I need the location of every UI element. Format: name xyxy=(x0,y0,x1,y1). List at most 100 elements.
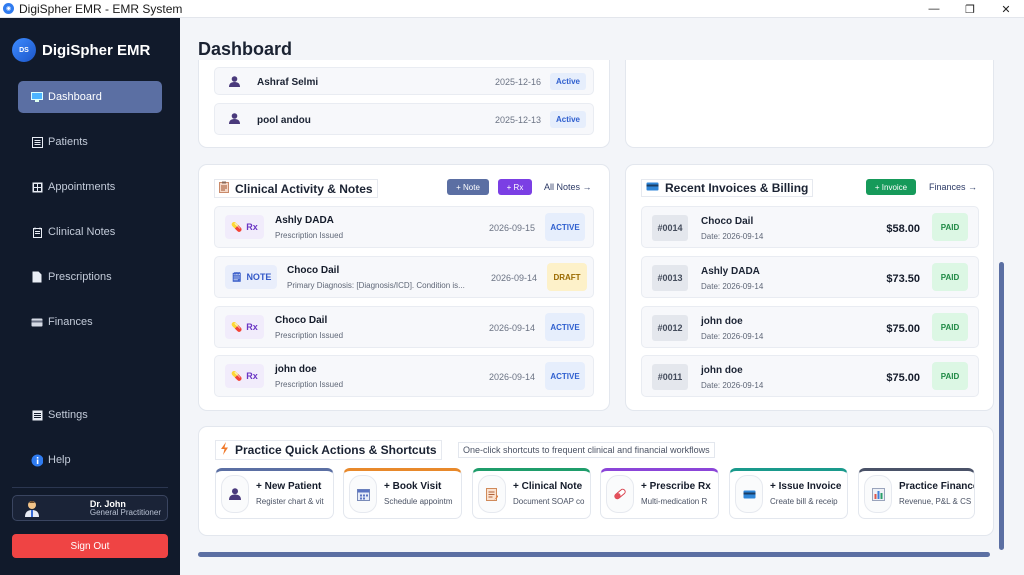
monitor-icon xyxy=(31,92,43,103)
section-title: Clinical Activity & Notes xyxy=(214,179,378,198)
activity-row[interactable]: 💊 Rx Ashly DADA Prescription Issued 2026-… xyxy=(214,206,594,248)
clipboard-icon xyxy=(219,181,229,196)
memo-icon xyxy=(478,475,506,513)
brand-name: DigiSpher EMR xyxy=(42,41,151,59)
invoice-amount: $58.00 xyxy=(886,223,920,235)
document-icon xyxy=(31,271,43,283)
rx-tag: 💊 Rx xyxy=(225,364,264,388)
sidebar-item-label: Finances xyxy=(48,316,93,328)
invoice-row[interactable]: #0012 john doe Date: 2026-09-14 $75.00 P… xyxy=(641,306,979,348)
activity-date: 2026-09-14 xyxy=(489,372,536,382)
minimize-button[interactable]: — xyxy=(916,0,952,18)
section-title: Recent Invoices & Billing xyxy=(641,179,814,197)
user-role: General Practitioner xyxy=(89,507,161,517)
sidebar-item-settings[interactable]: Settings xyxy=(18,399,162,431)
quick-action-desc: Register chart & vit xyxy=(256,497,324,506)
sidebar: DS DigiSpher EMR Dashboard Patients Appo… xyxy=(0,18,180,575)
sidebar-item-clinical-notes[interactable]: Clinical Notes xyxy=(18,216,162,248)
finances-link[interactable]: Finances → xyxy=(929,182,977,192)
add-note-button[interactable]: + Note xyxy=(447,179,489,195)
sidebar-item-label: Help xyxy=(48,454,71,466)
rx-tag: 💊 Rx xyxy=(225,315,264,339)
invoice-row[interactable]: #0011 john doe Date: 2026-09-14 $75.00 P… xyxy=(641,355,979,397)
status-badge: PAID xyxy=(932,313,968,341)
invoice-number: #0011 xyxy=(652,364,688,390)
activity-row[interactable]: 🗒 NOTE Choco Dail Primary Diagnosis: [Dia… xyxy=(214,256,594,298)
window-controls: — ❐ ✕ xyxy=(916,0,1024,18)
quick-action-prescribe-rx[interactable]: + Prescribe Rx Multi-medication R xyxy=(600,468,719,519)
activity-row[interactable]: 💊 Rx john doe Prescription Issued 2026-09… xyxy=(214,355,594,397)
invoice-amount: $75.00 xyxy=(886,372,920,384)
pill-icon: 💊 xyxy=(231,221,243,232)
restore-button[interactable]: ❐ xyxy=(952,0,988,18)
close-button[interactable]: ✕ xyxy=(988,0,1024,18)
sidebar-divider xyxy=(12,487,168,488)
quick-action-book-visit[interactable]: + Book Visit Schedule appointm xyxy=(343,468,462,519)
quick-action-label: + Clinical Note xyxy=(513,481,583,492)
invoice-date: Date: 2026-09-14 xyxy=(701,232,764,241)
window-title: DigiSpher EMR - EMR System xyxy=(19,1,183,16)
patient-date: 2025-12-16 xyxy=(495,77,542,87)
tag-text: Rx xyxy=(246,222,258,232)
sidebar-item-appointments[interactable]: Appointments xyxy=(18,171,162,203)
pill-icon: 💊 xyxy=(231,321,243,332)
add-rx-button[interactable]: + Rx xyxy=(498,179,532,195)
person-icon xyxy=(229,113,240,127)
status-badge: PAID xyxy=(932,263,968,291)
patient-name: Ashraf Selmi xyxy=(257,77,319,88)
window-titlebar: ◉ DigiSpher EMR - EMR System — ❐ ✕ xyxy=(0,0,1024,18)
invoice-date: Date: 2026-09-14 xyxy=(701,282,764,291)
bar-chart-icon xyxy=(864,475,892,513)
sidebar-item-label: Appointments xyxy=(48,181,116,193)
sidebar-item-prescriptions[interactable]: Prescriptions xyxy=(18,261,162,293)
sidebar-item-label: Settings xyxy=(48,409,88,421)
section-subtitle: One-click shortcuts to frequent clinical… xyxy=(458,442,715,458)
quick-action-label: + New Patient xyxy=(256,481,322,492)
activity-subtitle: Prescription Issued xyxy=(275,331,344,340)
all-notes-link[interactable]: All Notes → xyxy=(544,182,592,192)
sidebar-item-label: Patients xyxy=(48,136,88,148)
patient-row[interactable]: Ashraf Selmi 2025-12-16 Active xyxy=(214,67,594,95)
invoice-amount: $75.00 xyxy=(886,323,920,335)
status-badge: ACTIVE xyxy=(545,362,585,390)
sidebar-item-help[interactable]: Help xyxy=(18,444,162,476)
sidebar-item-dashboard[interactable]: Dashboard xyxy=(18,81,162,113)
tag-text: Rx xyxy=(246,322,258,332)
vertical-scrollbar[interactable] xyxy=(999,262,1004,550)
activity-subtitle: Primary Diagnosis: [Diagnosis/ICD]. Cond… xyxy=(287,281,465,290)
patient-name: pool andou xyxy=(257,115,311,126)
sidebar-item-patients[interactable]: Patients xyxy=(18,126,162,158)
horizontal-scrollbar[interactable] xyxy=(198,552,990,557)
quick-action-desc: Multi-medication R xyxy=(641,497,708,506)
card-icon xyxy=(735,475,763,513)
clinical-activity-card: Clinical Activity & Notes + Note + Rx Al… xyxy=(198,164,610,411)
card-icon xyxy=(31,317,43,328)
invoice-name: Ashly DADA xyxy=(701,266,760,277)
user-profile-card[interactable]: Dr. John General Practitioner xyxy=(12,495,168,521)
pill-icon: 💊 xyxy=(231,370,243,381)
activity-date: 2026-09-14 xyxy=(489,323,536,333)
quick-action-issue-invoice[interactable]: + Issue Invoice Create bill & receip xyxy=(729,468,848,519)
settings-list-icon xyxy=(31,410,43,421)
patient-row[interactable]: pool andou 2025-12-13 Active xyxy=(214,103,594,135)
activity-row[interactable]: 💊 Rx Choco Dail Prescription Issued 2026-… xyxy=(214,306,594,348)
activity-date: 2026-09-15 xyxy=(489,223,536,233)
sidebar-item-finances[interactable]: Finances xyxy=(18,306,162,338)
sidebar-item-label: Clinical Notes xyxy=(48,226,116,238)
logo-icon: DS xyxy=(12,38,36,62)
section-title-text: Recent Invoices & Billing xyxy=(665,181,809,195)
activity-subtitle: Prescription Issued xyxy=(275,231,344,240)
quick-action-practice-finance[interactable]: Practice Finance Revenue, P&L & CS xyxy=(858,468,975,519)
quick-action-new-patient[interactable]: + New Patient Register chart & vit xyxy=(215,468,334,519)
sign-out-button[interactable]: Sign Out xyxy=(12,534,168,558)
sidebar-item-label: Prescriptions xyxy=(48,271,112,283)
invoice-number: #0012 xyxy=(652,315,688,341)
activity-name: Choco Dail xyxy=(287,265,340,276)
quick-action-clinical-note[interactable]: + Clinical Note Document SOAP co xyxy=(472,468,591,519)
invoice-row[interactable]: #0013 Ashly DADA Date: 2026-09-14 $73.50… xyxy=(641,256,979,298)
tag-text: Rx xyxy=(246,371,258,381)
status-badge: Active xyxy=(550,111,586,128)
activity-subtitle: Prescription Issued xyxy=(275,380,344,389)
invoice-row[interactable]: #0014 Choco Dail Date: 2026-09-14 $58.00… xyxy=(641,206,979,248)
add-invoice-button[interactable]: + Invoice xyxy=(866,179,916,195)
